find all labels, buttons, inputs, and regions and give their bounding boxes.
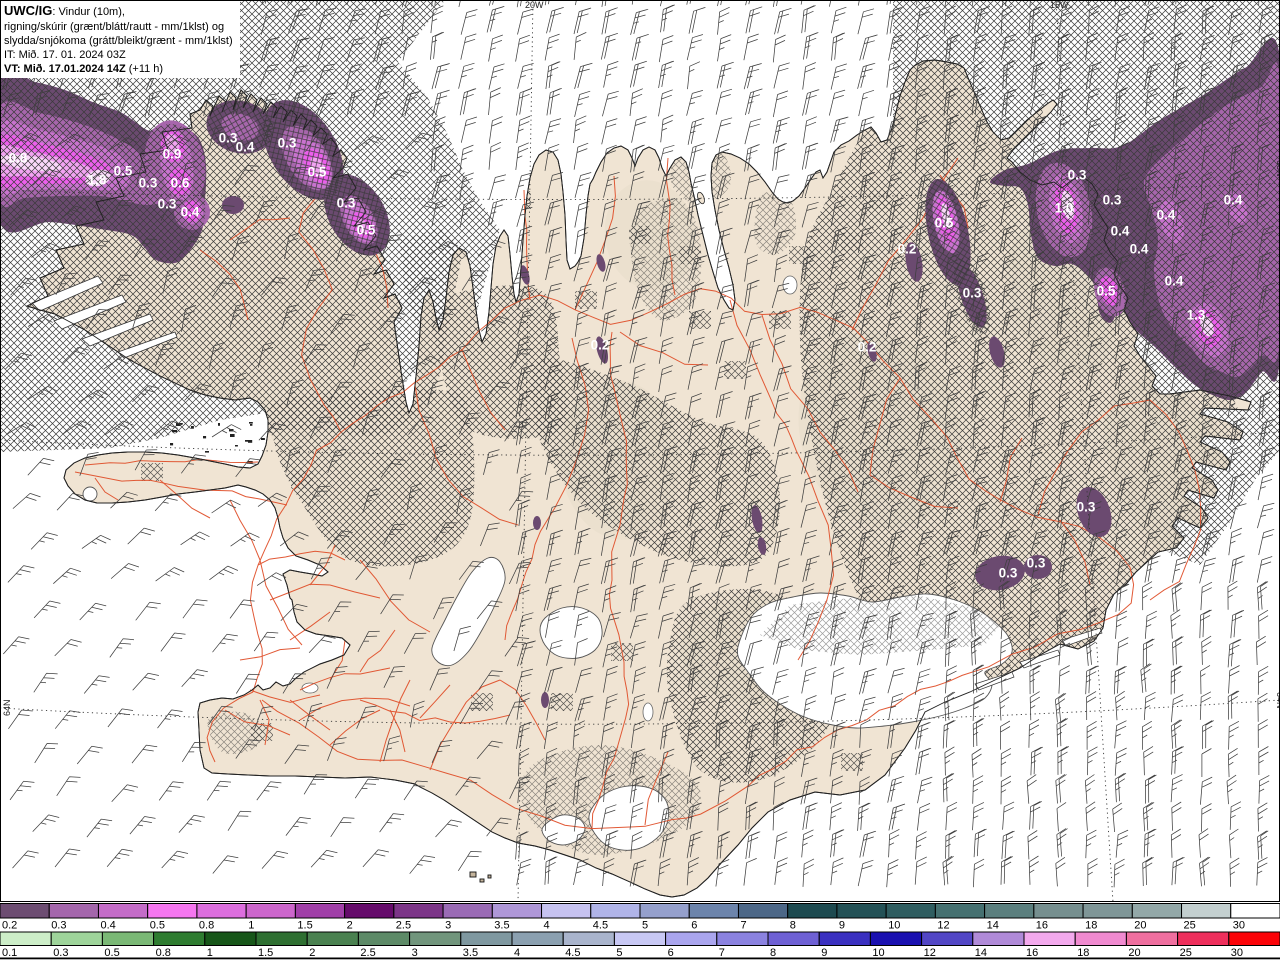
svg-text:0.3: 0.3 <box>1103 193 1122 208</box>
svg-text:5: 5 <box>616 947 622 959</box>
svg-text:3.5: 3.5 <box>494 920 509 932</box>
svg-text:0.1: 0.1 <box>2 947 17 959</box>
svg-text:2: 2 <box>347 920 353 932</box>
svg-text:5: 5 <box>642 920 648 932</box>
svg-text:10: 10 <box>888 920 900 932</box>
svg-text:2.5: 2.5 <box>360 947 375 959</box>
svg-text:1.0: 1.0 <box>1055 201 1074 216</box>
svg-text:0.3: 0.3 <box>999 566 1018 581</box>
svg-text:6: 6 <box>668 947 674 959</box>
svg-text:0.2: 0.2 <box>2 920 17 932</box>
svg-text:16: 16 <box>1036 920 1048 932</box>
svg-text:0.4: 0.4 <box>181 205 200 220</box>
svg-text:0.3: 0.3 <box>963 286 982 301</box>
svg-text:12: 12 <box>937 920 949 932</box>
svg-text:0.3: 0.3 <box>53 947 68 959</box>
svg-text:1: 1 <box>248 920 254 932</box>
svg-text:0.4: 0.4 <box>1130 242 1149 257</box>
svg-text:12: 12 <box>924 947 936 959</box>
svg-text:9: 9 <box>839 920 845 932</box>
svg-text:64N: 64N <box>2 699 12 716</box>
svg-text:0.2: 0.2 <box>858 340 877 355</box>
svg-text:4.5: 4.5 <box>565 947 580 959</box>
svg-text:30: 30 <box>1231 947 1243 959</box>
svg-text:slydda/snjókoma (grátt/bleikt/: slydda/snjókoma (grátt/bleikt/grænt - mm… <box>4 35 233 47</box>
svg-text:0.8: 0.8 <box>156 947 171 959</box>
svg-text:0.4: 0.4 <box>101 920 116 932</box>
svg-text:1: 1 <box>207 947 213 959</box>
svg-text:VT: Mið. 17.01.2024 14Z (+11 h: VT: Mið. 17.01.2024 14Z (+11 h) <box>4 63 163 75</box>
svg-text:20W: 20W <box>525 0 544 10</box>
svg-text:1.5: 1.5 <box>297 920 312 932</box>
svg-text:0.5: 0.5 <box>150 920 165 932</box>
svg-text:0.8: 0.8 <box>9 151 28 166</box>
svg-text:0.3: 0.3 <box>158 197 177 212</box>
svg-text:4: 4 <box>514 947 520 959</box>
svg-text:IT: Mið. 17. 01. 2024 03Z: IT: Mið. 17. 01. 2024 03Z <box>4 49 126 61</box>
svg-text:3.5: 3.5 <box>463 947 478 959</box>
svg-text:rigning/skúrir (grænt/blátt/ra: rigning/skúrir (grænt/blátt/rautt - mm/1… <box>4 21 224 33</box>
svg-text:20: 20 <box>1134 920 1146 932</box>
svg-text:0.4: 0.4 <box>1111 224 1130 239</box>
svg-text:2: 2 <box>309 947 315 959</box>
svg-text:4.5: 4.5 <box>593 920 608 932</box>
svg-text:0.5: 0.5 <box>104 947 119 959</box>
svg-text:14: 14 <box>987 920 999 932</box>
svg-text:25: 25 <box>1180 947 1192 959</box>
svg-text:3: 3 <box>412 947 418 959</box>
svg-text:0.5: 0.5 <box>308 165 327 180</box>
svg-text:0.9: 0.9 <box>163 147 182 162</box>
svg-text:1.5: 1.5 <box>258 947 273 959</box>
svg-text:UWC/IG: Vindur (10m),: UWC/IG: Vindur (10m), <box>4 3 125 18</box>
svg-text:1.3: 1.3 <box>1187 308 1206 323</box>
svg-text:6: 6 <box>691 920 697 932</box>
svg-text:0.3: 0.3 <box>1027 556 1046 571</box>
svg-text:0.4: 0.4 <box>236 140 255 155</box>
svg-text:20: 20 <box>1128 947 1140 959</box>
svg-text:8: 8 <box>790 920 796 932</box>
svg-text:8: 8 <box>770 947 776 959</box>
svg-text:0.3: 0.3 <box>139 176 158 191</box>
svg-text:25: 25 <box>1184 920 1196 932</box>
svg-text:0.4: 0.4 <box>1157 208 1176 223</box>
svg-text:0.6: 0.6 <box>171 176 190 191</box>
svg-text:0.3: 0.3 <box>1077 500 1096 515</box>
svg-text:2.5: 2.5 <box>396 920 411 932</box>
svg-text:18: 18 <box>1077 947 1089 959</box>
svg-text:0.5: 0.5 <box>114 164 133 179</box>
svg-text:0.2: 0.2 <box>591 338 610 353</box>
svg-text:0.8: 0.8 <box>199 920 214 932</box>
svg-text:0.2: 0.2 <box>898 242 917 257</box>
svg-text:1.8: 1.8 <box>88 173 107 188</box>
svg-text:0.3: 0.3 <box>337 196 356 211</box>
svg-text:14: 14 <box>975 947 987 959</box>
svg-text:3: 3 <box>445 920 451 932</box>
svg-text:0.5: 0.5 <box>1097 284 1116 299</box>
svg-text:0.4: 0.4 <box>1224 193 1243 208</box>
svg-text:16: 16 <box>1026 947 1038 959</box>
svg-text:0.5: 0.5 <box>935 216 954 231</box>
svg-text:0.5: 0.5 <box>357 223 376 238</box>
svg-text:0.3: 0.3 <box>51 920 66 932</box>
svg-text:7: 7 <box>719 947 725 959</box>
svg-text:0.3: 0.3 <box>278 136 297 151</box>
svg-text:4: 4 <box>544 920 550 932</box>
svg-text:9: 9 <box>821 947 827 959</box>
svg-text:7: 7 <box>741 920 747 932</box>
svg-text:30: 30 <box>1233 920 1245 932</box>
svg-text:0.4: 0.4 <box>1165 274 1184 289</box>
svg-text:18: 18 <box>1085 920 1097 932</box>
svg-text:15W: 15W <box>1050 0 1069 10</box>
svg-text:10: 10 <box>872 947 884 959</box>
svg-text:0.3: 0.3 <box>1068 168 1087 183</box>
